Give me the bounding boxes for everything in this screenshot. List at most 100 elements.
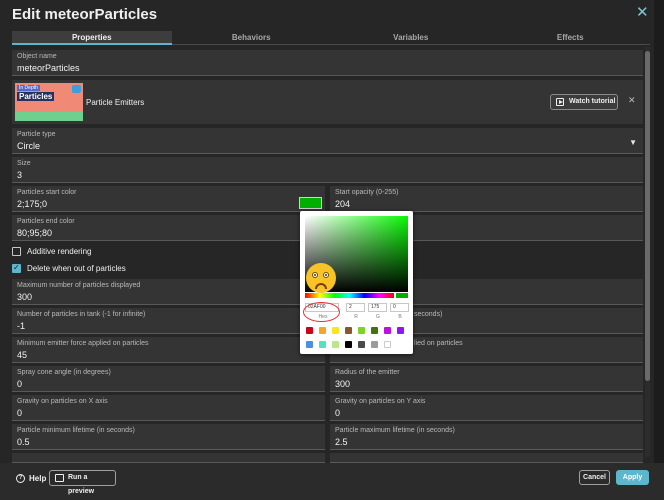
cancel-button[interactable]: Cancel — [579, 470, 610, 485]
min-force-value: 45 — [17, 350, 28, 360]
start-opacity-value: 204 — [335, 199, 351, 209]
gravity-y-field[interactable]: Gravity on particles on Y axis 0 — [330, 395, 643, 421]
hue-slider[interactable] — [305, 293, 394, 298]
max-lifetime-field[interactable]: Particle maximum lifetime (in seconds) 2… — [330, 424, 643, 450]
dialog-header: Edit meteorParticles — [12, 6, 157, 26]
preset-swatch[interactable] — [345, 341, 352, 348]
preset-swatch[interactable] — [332, 341, 339, 348]
color-preview — [396, 293, 408, 298]
additive-rendering-checkbox[interactable]: Additive rendering — [12, 246, 212, 258]
tab-bar: Properties Behaviors Variables Effects — [12, 31, 650, 45]
tutorial-banner: In Depth Particles Particle Emitters Wat… — [12, 80, 643, 124]
preset-swatch[interactable] — [319, 327, 326, 334]
radius-value: 300 — [335, 379, 351, 389]
preset-swatch[interactable] — [358, 341, 365, 348]
dialog-title: Edit meteorParticles — [12, 6, 158, 23]
chevron-down-icon: ▼ — [629, 138, 637, 147]
g-label: G — [376, 314, 380, 320]
scrollbar-thumb[interactable] — [645, 51, 650, 381]
preset-swatch[interactable] — [319, 341, 326, 348]
tab-properties[interactable]: Properties — [12, 31, 172, 45]
particle-type-select[interactable]: Particle type Circle ▼ — [12, 128, 643, 154]
preset-swatch[interactable] — [332, 327, 339, 334]
checkbox-checked[interactable] — [12, 263, 21, 273]
gravity-x-field[interactable]: Gravity on particles on X axis 0 — [12, 395, 325, 421]
checkbox-unchecked[interactable] — [12, 247, 21, 256]
preset-swatch[interactable] — [306, 341, 313, 348]
min-force-label: Minimum emitter force applied on particl… — [17, 340, 149, 347]
size-label: Size — [17, 160, 31, 167]
gravity-x-label: Gravity on particles on X axis — [17, 398, 108, 405]
max-force-label-partial: lied on particles — [414, 340, 463, 347]
spray-cone-value: 0 — [17, 379, 23, 389]
object-name-value: meteorParticles — [17, 63, 80, 73]
help-button[interactable]: ? Help — [16, 474, 46, 483]
b-input[interactable]: 0 — [390, 303, 409, 312]
flow-label-partial: seconds) — [414, 311, 443, 318]
preset-swatch[interactable] — [371, 327, 378, 334]
preset-swatch[interactable] — [384, 327, 391, 334]
preset-swatch[interactable] — [384, 341, 391, 348]
tank-label: Number of particles in tank (-1 for infi… — [17, 311, 146, 318]
start-opacity-field[interactable]: Start opacity (0-255) 204 — [330, 186, 643, 212]
next-field-right[interactable] — [330, 453, 643, 463]
watch-tutorial-button[interactable]: Watch tutorial — [550, 94, 618, 110]
particle-type-label: Particle type — [17, 131, 56, 138]
start-opacity-label: Start opacity (0-255) — [335, 189, 399, 196]
saturation-cursor[interactable] — [408, 238, 412, 242]
r-input[interactable]: 2 — [346, 303, 365, 312]
max-lifetime-value: 2.5 — [335, 437, 348, 447]
close-icon[interactable]: ✕ — [636, 5, 650, 20]
preset-swatch[interactable] — [358, 327, 365, 334]
next-field-left[interactable] — [12, 453, 325, 463]
g-input[interactable]: 175 — [368, 303, 387, 312]
gdevelop-logo-icon — [72, 85, 81, 93]
min-lifetime-field[interactable]: Particle minimum lifetime (in seconds) 0… — [12, 424, 325, 450]
preset-swatch[interactable] — [306, 327, 313, 334]
thumbnail-ground — [15, 112, 83, 121]
scrollbar[interactable] — [645, 47, 650, 457]
end-color-value: 80;95;80 — [17, 228, 53, 238]
size-field[interactable]: Size 3 — [12, 157, 643, 183]
radius-field[interactable]: Radius of the emitter 300 — [330, 366, 643, 392]
additive-rendering-label: Additive rendering — [27, 247, 92, 256]
tab-variables[interactable]: Variables — [331, 31, 491, 45]
min-lifetime-value: 0.5 — [17, 437, 30, 447]
emoji-eye-left — [312, 272, 318, 278]
help-label: Help — [29, 474, 47, 483]
preset-swatch[interactable] — [371, 341, 378, 348]
max-particles-field[interactable]: Maximum number of particles displayed 30… — [12, 279, 325, 305]
preset-swatch[interactable] — [345, 327, 352, 334]
help-icon: ? — [16, 474, 25, 483]
spray-cone-label: Spray cone angle (in degrees) — [17, 369, 111, 376]
object-name-label: Object name — [17, 53, 57, 60]
preset-swatch[interactable] — [397, 327, 404, 334]
spray-cone-field[interactable]: Spray cone angle (in degrees) 0 — [12, 366, 325, 392]
start-color-value: 2;175;0 — [17, 199, 48, 209]
min-force-field[interactable]: Minimum emitter force applied on particl… — [12, 337, 325, 363]
tab-effects[interactable]: Effects — [490, 31, 650, 45]
tab-behaviors[interactable]: Behaviors — [171, 31, 331, 45]
dialog-footer: ? Help Run a preview Cancel Apply — [0, 463, 664, 500]
max-particles-label: Maximum number of particles displayed — [17, 282, 141, 289]
thumbnail-title: Particles — [17, 92, 55, 101]
run-preview-label: Run a preview — [68, 474, 95, 495]
particle-type-value: Circle — [17, 141, 41, 151]
object-name-field[interactable]: Object name meteorParticles — [12, 50, 643, 76]
b-label: B — [398, 314, 402, 320]
min-lifetime-label: Particle minimum lifetime (in seconds) — [17, 427, 135, 434]
start-color-field[interactable]: Particles start color 2;175;0 — [12, 186, 325, 212]
thumbnail-tag: In Depth — [17, 85, 40, 91]
preview-icon — [55, 474, 64, 482]
delete-out-label: Delete when out of particles — [27, 264, 126, 273]
gravity-x-value: 0 — [17, 408, 23, 418]
banner-close-icon[interactable]: ✕ — [628, 95, 636, 106]
start-color-swatch[interactable] — [299, 197, 322, 209]
apply-button[interactable]: Apply — [616, 470, 649, 485]
end-color-field[interactable]: Particles end color 80;95;80 — [12, 215, 325, 241]
tutorial-title: Particle Emitters — [86, 98, 145, 107]
delete-out-checkbox[interactable]: Delete when out of particles — [12, 263, 212, 275]
run-preview-button[interactable]: Run a preview — [49, 470, 116, 495]
tutorial-thumbnail[interactable]: In Depth Particles — [15, 83, 83, 121]
tank-field[interactable]: Number of particles in tank (-1 for infi… — [12, 308, 325, 334]
